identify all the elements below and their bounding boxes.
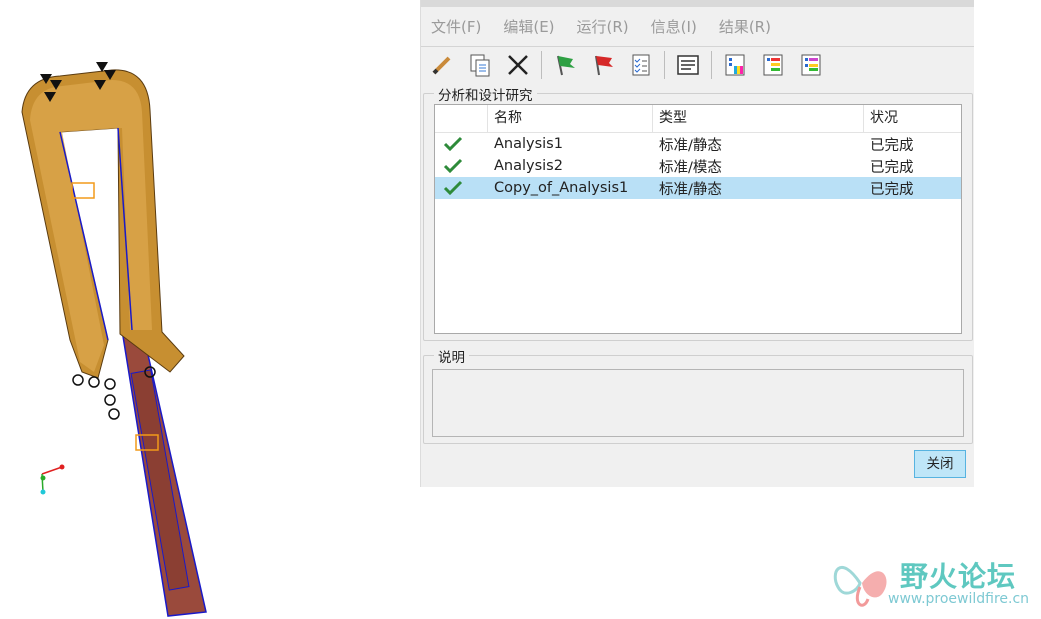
checklist-icon <box>632 54 650 76</box>
menu-results[interactable]: 结果(R) <box>719 12 771 42</box>
check-icon <box>443 136 463 152</box>
stop-run-button[interactable] <box>588 50 618 80</box>
results-color-icon <box>725 54 745 76</box>
menu-file[interactable]: 文件(F) <box>431 12 481 42</box>
row-name: Analysis1 <box>494 136 563 152</box>
menu-edit[interactable]: 编辑(E) <box>503 12 554 42</box>
menu-info[interactable]: 信息(I) <box>651 12 697 42</box>
row-status: 已完成 <box>870 137 914 154</box>
check-icon <box>443 158 463 174</box>
new-button[interactable] <box>465 50 495 80</box>
results-compare-icon <box>801 54 821 76</box>
results-table-icon <box>763 54 783 76</box>
analysis-table: 名称 类型 状况 Analysis1 标准/静态 已完成 Analysis2 标… <box>434 104 962 334</box>
watermark-title: 野火论坛 <box>900 560 1017 593</box>
close-button[interactable]: 关闭 <box>914 450 966 478</box>
status-button[interactable] <box>626 50 656 80</box>
check-icon <box>443 180 463 196</box>
pencil-icon <box>432 56 451 75</box>
table-header: 名称 类型 状况 <box>435 105 961 133</box>
toolbar <box>427 48 834 82</box>
row-name: Analysis2 <box>494 158 563 174</box>
table-row-selected[interactable]: Copy_of_Analysis1 标准/静态 已完成 <box>435 177 961 199</box>
row-name: Copy_of_Analysis1 <box>494 180 629 196</box>
menu-run[interactable]: 运行(R) <box>577 12 629 42</box>
row-type: 标准/静态 <box>659 137 722 154</box>
forum-watermark: 野火论坛 www.proewildfire.cn <box>830 553 1040 613</box>
results-button[interactable] <box>720 50 750 80</box>
table-row[interactable]: Analysis1 标准/静态 已完成 <box>435 133 961 155</box>
table-row[interactable]: Analysis2 标准/模态 已完成 <box>435 155 961 177</box>
row-type: 标准/模态 <box>659 159 722 176</box>
green-flag-icon <box>557 55 575 76</box>
fea-model-drawing <box>21 62 207 617</box>
row-type: 标准/静态 <box>659 181 722 198</box>
col-header-status[interactable]: 状况 <box>864 105 961 132</box>
results-compare-button[interactable] <box>796 50 826 80</box>
summary-button[interactable] <box>673 50 703 80</box>
delete-x-icon <box>508 55 528 75</box>
watermark-url: www.proewildfire.cn <box>888 591 1030 607</box>
new-doc-icon <box>470 54 490 77</box>
row-status: 已完成 <box>870 181 914 198</box>
analysis-group-title: 分析和设计研究 <box>434 84 537 104</box>
butterfly-logo-icon <box>833 566 887 607</box>
delete-button[interactable] <box>503 50 533 80</box>
menu-separator <box>421 46 974 47</box>
start-run-button[interactable] <box>550 50 580 80</box>
col-header-name[interactable]: 名称 <box>488 105 653 132</box>
red-flag-icon <box>595 55 613 76</box>
results-table-button[interactable] <box>758 50 788 80</box>
menu-bar: 文件(F) 编辑(E) 运行(R) 信息(I) 结果(R) <box>421 12 783 42</box>
summary-icon <box>677 55 699 75</box>
description-group-title: 说明 <box>434 346 469 366</box>
edit-button[interactable] <box>427 50 457 80</box>
row-status: 已完成 <box>870 159 914 176</box>
description-textarea[interactable] <box>432 369 964 437</box>
analysis-dialog: 文件(F) 编辑(E) 运行(R) 信息(I) 结果(R) 分析和设计研究 名称… <box>420 0 974 487</box>
col-header-type[interactable]: 类型 <box>653 105 864 132</box>
dialog-title-bar[interactable] <box>421 0 974 7</box>
model-viewport[interactable] <box>0 0 420 619</box>
col-header-icon[interactable] <box>435 105 488 132</box>
